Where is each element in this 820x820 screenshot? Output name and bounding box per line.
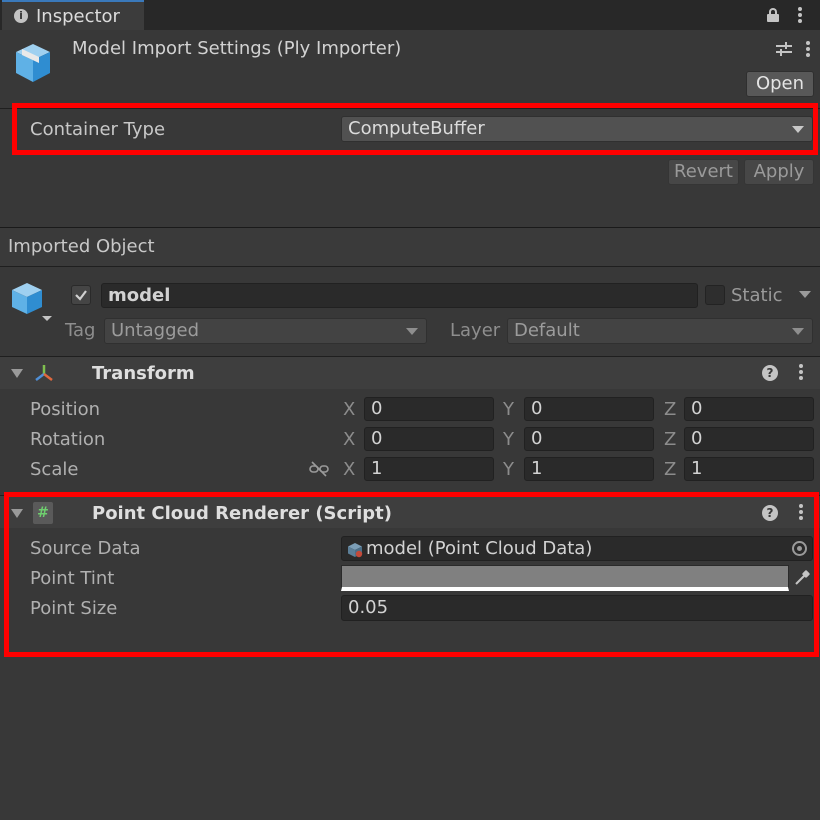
header-menu-icon[interactable] xyxy=(806,41,810,59)
chevron-down-icon xyxy=(792,328,804,335)
position-x-field[interactable]: 0 xyxy=(364,397,494,421)
transform-foldout-arrow[interactable] xyxy=(11,369,23,378)
rotation-x-label[interactable]: X xyxy=(343,431,355,449)
rotation-z-value: 0 xyxy=(691,428,703,449)
open-button[interactable]: Open xyxy=(746,71,814,97)
position-z-label[interactable]: Z xyxy=(664,401,676,419)
rotation-z-field[interactable]: 0 xyxy=(684,427,814,451)
lock-icon[interactable] xyxy=(766,8,780,22)
scale-z-value: 1 xyxy=(691,458,703,479)
tag-label: Tag xyxy=(65,320,96,341)
position-z-value: 0 xyxy=(691,398,703,419)
header-title: Model Import Settings (Ply Importer) xyxy=(72,38,402,59)
rotation-y-label[interactable]: Y xyxy=(503,431,514,449)
scale-y-value: 1 xyxy=(531,458,543,479)
layer-value: Default xyxy=(514,320,580,341)
rotation-label: Rotation xyxy=(30,429,106,450)
divider xyxy=(0,266,820,267)
scale-x-label[interactable]: X xyxy=(343,461,355,479)
revert-button[interactable]: Revert xyxy=(668,159,739,185)
static-dropdown-arrow[interactable] xyxy=(799,291,811,298)
rotation-x-field[interactable]: 0 xyxy=(364,427,494,451)
rotation-y-value: 0 xyxy=(531,428,543,449)
gameobject-name: model xyxy=(108,285,171,306)
highlight-box-point-cloud-renderer xyxy=(4,492,819,657)
scale-x-value: 1 xyxy=(371,458,383,479)
transform-icon xyxy=(33,363,55,383)
chevron-down-icon xyxy=(406,328,418,335)
info-icon: i xyxy=(14,9,28,23)
layer-label: Layer xyxy=(450,320,501,341)
position-x-label[interactable]: X xyxy=(343,401,355,419)
highlight-box-container-type xyxy=(12,103,818,155)
scale-x-field[interactable]: 1 xyxy=(364,457,494,481)
transform-help-icon[interactable]: ? xyxy=(762,365,778,381)
static-label: Static xyxy=(731,285,783,306)
static-checkbox[interactable] xyxy=(705,285,725,305)
scale-z-label[interactable]: Z xyxy=(664,461,676,479)
rotation-y-field[interactable]: 0 xyxy=(524,427,654,451)
position-y-value: 0 xyxy=(531,398,543,419)
active-checkbox[interactable] xyxy=(71,285,91,305)
tab-inspector[interactable]: i Inspector xyxy=(2,0,144,30)
unlink-icon[interactable] xyxy=(309,461,329,477)
scale-label: Scale xyxy=(30,459,79,480)
position-z-field[interactable]: 0 xyxy=(684,397,814,421)
transform-menu-icon[interactable] xyxy=(799,364,803,382)
asset-icon xyxy=(12,40,54,84)
transform-title: Transform xyxy=(92,363,195,384)
gameobject-icon[interactable] xyxy=(10,280,52,322)
scale-z-field[interactable]: 1 xyxy=(684,457,814,481)
position-x-value: 0 xyxy=(371,398,383,419)
tab-inspector-label: Inspector xyxy=(36,6,120,27)
layer-dropdown[interactable]: Default xyxy=(507,318,813,344)
tag-dropdown[interactable]: Untagged xyxy=(104,318,427,344)
preset-icon[interactable] xyxy=(776,42,792,56)
gameobject-name-field[interactable]: model xyxy=(101,283,698,308)
apply-button[interactable]: Apply xyxy=(744,159,814,185)
rotation-z-label[interactable]: Z xyxy=(664,431,676,449)
position-y-label[interactable]: Y xyxy=(503,401,514,419)
scale-y-field[interactable]: 1 xyxy=(524,457,654,481)
tag-value: Untagged xyxy=(111,320,200,341)
imported-object-label: Imported Object xyxy=(8,236,155,257)
position-y-field[interactable]: 0 xyxy=(524,397,654,421)
rotation-x-value: 0 xyxy=(371,428,383,449)
scale-y-label[interactable]: Y xyxy=(503,461,514,479)
position-label: Position xyxy=(30,399,101,420)
tab-menu-icon[interactable] xyxy=(798,7,802,25)
